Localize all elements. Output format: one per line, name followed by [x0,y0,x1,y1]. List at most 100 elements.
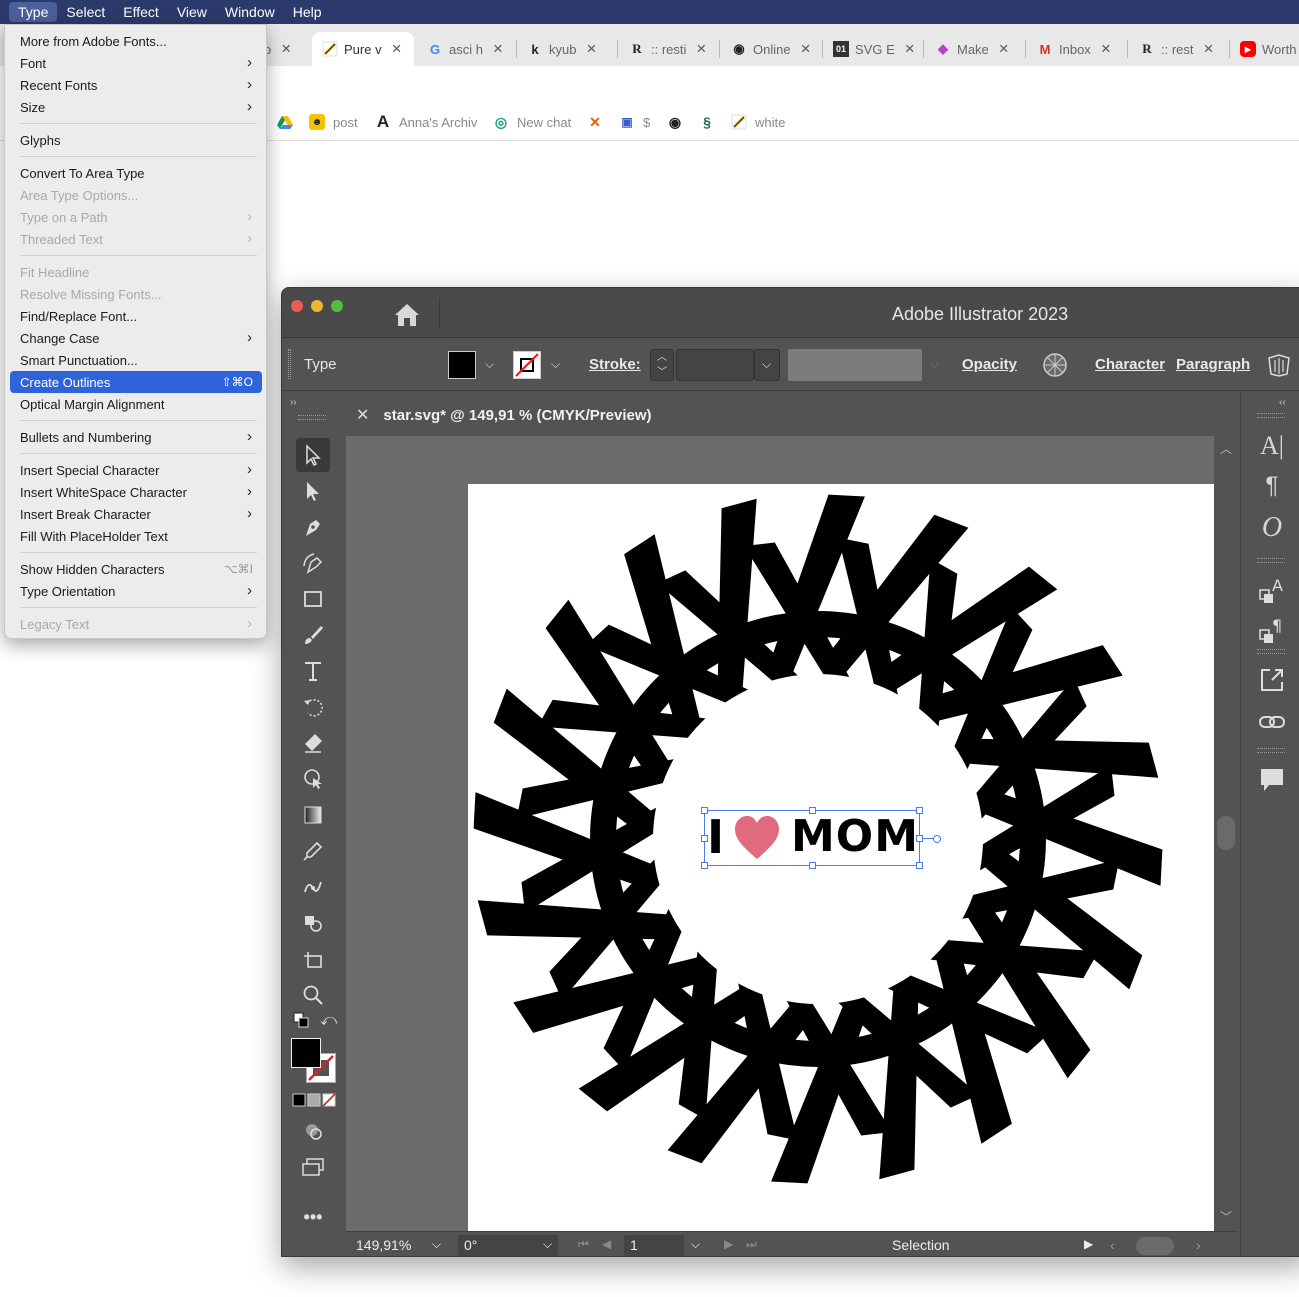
bookmark-new-chat[interactable]: ◎ New chat [493,114,571,130]
selection-handle[interactable] [916,807,923,814]
status-menu-arrow-icon[interactable]: ▶ [1084,1237,1093,1251]
menu-item-more-from-adobe-fonts[interactable]: More from Adobe Fonts... [10,30,262,52]
tab-close-icon[interactable]: × [999,39,1009,59]
menu-item-change-case[interactable]: Change Case › [10,327,262,349]
close-document-icon[interactable]: ✕ [356,405,369,425]
character-styles-icon[interactable]: A [1255,573,1289,607]
recolor-artwork-icon[interactable] [1042,352,1068,378]
selection-handle[interactable] [701,807,708,814]
export-icon[interactable] [1255,663,1289,697]
close-window-button[interactable] [291,300,303,312]
tab-close-icon[interactable]: × [1204,39,1214,59]
previous-artboard-icon[interactable]: ◀ [602,1237,611,1251]
artboard-dropdown-chevron-icon[interactable]: ⌵ [691,1237,700,1252]
type-tool-icon[interactable] [296,654,330,688]
menu-item-insert-whitespace-character[interactable]: Insert WhiteSpace Character › [10,481,262,503]
rotate-tool-icon[interactable] [296,690,330,724]
minimize-window-button[interactable] [311,300,323,312]
scroll-right-icon[interactable]: › [1196,1237,1201,1253]
curvature-tool-icon[interactable] [296,546,330,580]
profile-dropdown-chevron-icon[interactable]: ⌵ [930,357,939,372]
rotation-dropdown-chevron-icon[interactable]: ⌵ [543,1237,552,1252]
color-mode-icons[interactable] [292,1093,336,1107]
swap-fill-stroke-icon[interactable]: ⤺ [320,1012,337,1029]
default-fill-stroke-icon[interactable] [293,1012,309,1028]
zoom-window-button[interactable] [331,300,343,312]
gradient-tool-icon[interactable] [296,798,330,832]
pen-tool-icon[interactable] [296,510,330,544]
menu-item-bullets-and-numbering[interactable]: Bullets and Numbering › [10,426,262,448]
zoom-tool-icon[interactable] [296,978,330,1012]
last-artboard-icon[interactable]: ⏭ [746,1237,757,1252]
collapse-panels-icon[interactable]: ‹‹ [1279,397,1286,408]
next-artboard-icon[interactable]: ▶ [724,1237,733,1251]
panel-grip[interactable] [1257,558,1285,563]
vertical-scrollbar[interactable]: ︿ ﹀ [1214,436,1238,1231]
artboard-number-input[interactable]: 1 [624,1235,684,1256]
selection-tool-icon[interactable] [296,438,330,472]
artboard[interactable]: I MOM [468,484,1214,1234]
paintbrush-tool-icon[interactable] [296,618,330,652]
document-tab[interactable]: ✕ star.svg* @ 149,91 % (CMYK/Preview) [346,395,691,435]
opentype-panel-icon[interactable]: O [1255,511,1289,545]
screen-mode-icon[interactable] [296,1150,330,1184]
tab-close-icon[interactable]: × [392,39,402,59]
paragraph-link[interactable]: Paragraph [1176,356,1250,373]
stroke-label[interactable]: Stroke: [589,356,641,373]
menu-item-insert-special-character[interactable]: Insert Special Character › [10,459,262,481]
eraser-tool-icon[interactable] [296,726,330,760]
draw-mode-icon[interactable] [296,1114,330,1148]
browser-tab[interactable]: k kyub × [527,32,619,66]
menu-item-convert-to-area-type[interactable]: Convert To Area Type [10,162,262,184]
paragraph-styles-icon[interactable]: ¶ [1255,613,1289,647]
text-selection-box[interactable]: I MOM [701,807,941,869]
browser-tab-partial[interactable]: o × [262,32,310,66]
bookmark-dollar[interactable]: ▣ $ [619,114,650,130]
fill-swatch[interactable] [448,351,476,379]
menu-item-smart-punctuation[interactable]: Smart Punctuation... [10,349,262,371]
fill-dropdown-chevron-icon[interactable]: ⌵ [485,357,494,372]
tab-close-icon[interactable]: × [696,39,706,59]
menu-item-find-replace-font[interactable]: Find/Replace Font... [10,305,262,327]
bookmark-globe[interactable]: ◉ [667,114,691,130]
menu-item-optical-margin-alignment[interactable]: Optical Margin Alignment [10,393,262,415]
bookmark-drive[interactable] [277,114,301,130]
horizontal-scroll-thumb[interactable] [1136,1237,1174,1255]
current-tool-status[interactable]: Selection [892,1237,950,1253]
panel-grip[interactable] [1257,413,1285,418]
selection-handle[interactable] [809,807,816,814]
selection-handle[interactable] [916,862,923,869]
browser-tab[interactable]: M Inbox × [1037,32,1129,66]
shape-builder-tool-icon[interactable] [296,762,330,796]
selection-handle[interactable] [701,862,708,869]
bookmark-x[interactable]: ✕ [587,114,611,130]
home-icon[interactable] [392,302,422,328]
eyedropper-tool-icon[interactable] [296,834,330,868]
stroke-weight-dropdown[interactable]: ⌵ [754,349,780,381]
more-tools-icon[interactable]: ••• [296,1200,330,1234]
selection-handle[interactable] [916,835,923,842]
browser-tab[interactable]: R :: resti × [629,32,721,66]
bookmark-post[interactable]: ☻ post [309,114,358,130]
browser-tab[interactable]: Pure v × [312,32,414,66]
tab-close-icon[interactable]: × [281,39,291,59]
stroke-dropdown-chevron-icon[interactable]: ⌵ [551,357,560,372]
tab-close-icon[interactable]: × [586,39,596,59]
character-link[interactable]: Character [1095,356,1165,373]
links-icon[interactable] [1255,705,1289,739]
menu-item-font[interactable]: Font › [10,52,262,74]
stroke-swatch[interactable] [513,351,541,379]
stroke-weight-stepper[interactable]: ︿ ﹀ [650,349,674,381]
browser-tab[interactable]: ▶ Worth [1240,32,1299,66]
character-panel-icon[interactable]: A| [1255,429,1289,463]
bookmark-white[interactable]: white [731,114,785,130]
panel-grip[interactable] [1257,649,1285,654]
first-artboard-icon[interactable]: ⏮ [578,1237,589,1252]
tab-close-icon[interactable]: × [493,39,503,59]
panel-grip[interactable] [1257,748,1285,753]
tab-close-icon[interactable]: × [905,39,915,59]
menu-item-fill-with-placeholder-text[interactable]: Fill With PlaceHolder Text [10,525,262,547]
menu-item-recent-fonts[interactable]: Recent Fonts › [10,74,262,96]
opentype-icon[interactable] [1266,352,1292,378]
puppet-warp-tool-icon[interactable] [296,870,330,904]
